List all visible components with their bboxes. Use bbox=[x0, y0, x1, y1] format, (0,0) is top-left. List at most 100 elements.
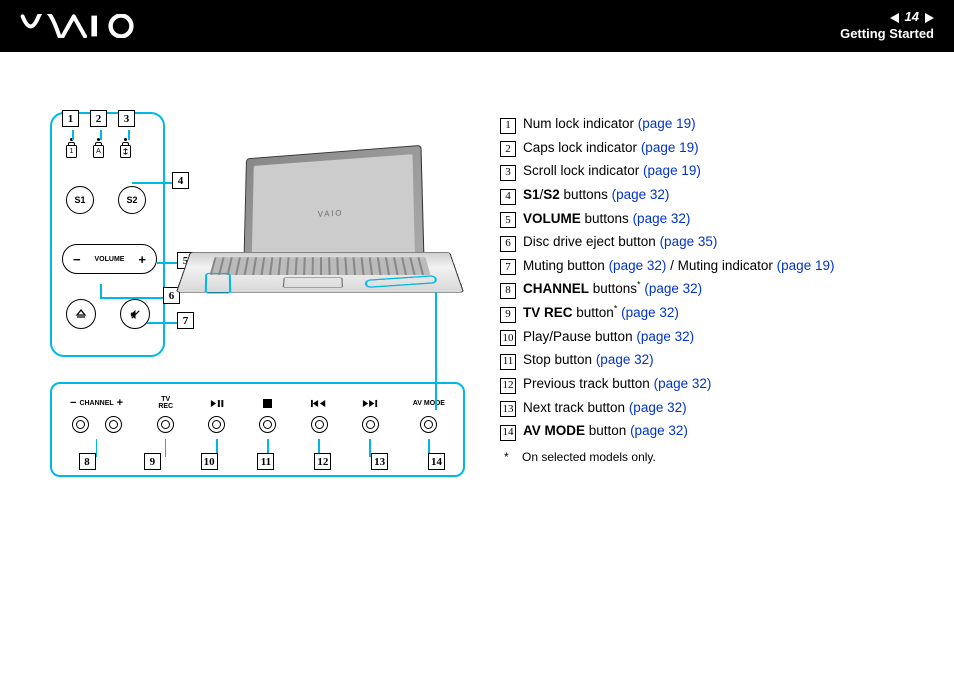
legend-number: 8 bbox=[500, 283, 516, 299]
legend-item: 6Disc drive eject button (page 35) bbox=[500, 230, 834, 254]
legend-item: 7 Muting button (page 32) / Muting indica… bbox=[500, 254, 834, 278]
vaio-logo bbox=[20, 14, 150, 38]
volume-buttons[interactable]: − VOLUME + bbox=[62, 244, 157, 274]
page-link[interactable]: (page 32) bbox=[612, 187, 670, 202]
eject-button[interactable] bbox=[66, 299, 96, 329]
legend-text: Muting button (page 32) / Muting indicat… bbox=[523, 254, 834, 278]
legend-text: Play/Pause button (page 32) bbox=[523, 325, 694, 349]
callout-14: 14 bbox=[428, 453, 445, 470]
page-link[interactable]: (page 19) bbox=[638, 116, 696, 131]
legend-item: 1 Num lock indicator (page 19) bbox=[500, 112, 834, 136]
channel-buttons[interactable]: −CHANNEL+ bbox=[70, 396, 123, 457]
page-link[interactable]: (page 19) bbox=[641, 140, 699, 155]
legend-item: 13 Next track button (page 32) bbox=[500, 396, 834, 420]
legend-number: 4 bbox=[500, 189, 516, 205]
mute-button[interactable] bbox=[120, 299, 150, 329]
legend-text: Disc drive eject button (page 35) bbox=[523, 230, 717, 254]
legend-list: 1 Num lock indicator (page 19) 2 Caps lock … bbox=[500, 112, 834, 492]
legend-number: 5 bbox=[500, 212, 516, 228]
prev-track-icon bbox=[311, 396, 327, 410]
legend-text: TV REC button* (page 32) bbox=[523, 301, 679, 325]
legend-number: 9 bbox=[500, 307, 516, 323]
play-pause-icon bbox=[210, 396, 224, 410]
legend-text: Previous track button (page 32) bbox=[523, 372, 711, 396]
prev-track-button[interactable] bbox=[311, 396, 328, 457]
legend-number: 14 bbox=[500, 425, 516, 441]
page-link[interactable]: (page 19) bbox=[777, 258, 835, 273]
callout-4: 4 bbox=[172, 172, 189, 189]
mute-icon bbox=[129, 308, 142, 321]
side-control-panel: 1 A S1 S2 bbox=[50, 112, 165, 357]
legend-text: Next track button (page 32) bbox=[523, 396, 687, 420]
page-link[interactable]: (page 32) bbox=[644, 281, 702, 296]
legend-text: AV MODE button (page 32) bbox=[523, 419, 688, 443]
legend-text: VOLUME buttons (page 32) bbox=[523, 207, 690, 231]
legend-number: 12 bbox=[500, 378, 516, 394]
callout-11: 11 bbox=[257, 453, 274, 470]
tv-rec-button[interactable]: TVREC bbox=[157, 396, 174, 457]
minus-icon: − bbox=[73, 252, 81, 267]
next-track-icon bbox=[362, 396, 378, 410]
page-link[interactable]: (page 32) bbox=[633, 211, 691, 226]
s1-button[interactable]: S1 bbox=[66, 186, 94, 214]
legend-number: 2 bbox=[500, 141, 516, 157]
legend-number: 13 bbox=[500, 401, 516, 417]
callout-9: 9 bbox=[144, 453, 161, 470]
section-title: Getting Started bbox=[840, 26, 934, 43]
plus-icon: + bbox=[138, 252, 146, 267]
s2-button[interactable]: S2 bbox=[118, 186, 146, 214]
callout-1: 1 bbox=[62, 110, 79, 127]
page-link[interactable]: (page 32) bbox=[621, 305, 679, 320]
legend-number: 1 bbox=[500, 118, 516, 134]
lock-icon bbox=[120, 145, 131, 158]
legend-text: S1/S2 buttons (page 32) bbox=[523, 183, 669, 207]
legend-number: 3 bbox=[500, 165, 516, 181]
legend-number: 10 bbox=[500, 330, 516, 346]
page-link[interactable]: (page 19) bbox=[643, 163, 701, 178]
page-link[interactable]: (page 35) bbox=[660, 234, 718, 249]
page-link[interactable]: (page 32) bbox=[630, 423, 688, 438]
legend-number: 7 bbox=[500, 259, 516, 275]
lock-icon: 1 bbox=[66, 145, 77, 158]
callout-2: 2 bbox=[90, 110, 107, 127]
legend-text: Caps lock indicator (page 19) bbox=[523, 136, 699, 160]
next-page-icon[interactable] bbox=[925, 13, 934, 23]
media-control-panel: −CHANNEL+ TVREC bbox=[50, 382, 465, 477]
legend-number: 11 bbox=[500, 354, 516, 370]
legend-item: 4 S1/S2 buttons (page 32) bbox=[500, 183, 834, 207]
legend-text: Stop button (page 32) bbox=[523, 348, 654, 372]
legend-text: Num lock indicator (page 19) bbox=[523, 112, 696, 136]
stop-icon bbox=[263, 396, 272, 410]
callout-10: 10 bbox=[201, 453, 218, 470]
legend-item: 12 Previous track button (page 32) bbox=[500, 372, 834, 396]
footnote: *On selected models only. bbox=[500, 447, 834, 468]
callout-3: 3 bbox=[118, 110, 135, 127]
page-link[interactable]: (page 32) bbox=[636, 329, 694, 344]
next-track-button[interactable] bbox=[362, 396, 379, 457]
page-link[interactable]: (page 32) bbox=[654, 376, 712, 391]
av-mode-button[interactable]: AV MODE bbox=[413, 396, 445, 457]
lock-icon: A bbox=[93, 145, 104, 158]
legend-item: 11 Stop button (page 32) bbox=[500, 348, 834, 372]
caps-lock-indicator: A bbox=[93, 138, 104, 158]
callout-13: 13 bbox=[371, 453, 388, 470]
play-pause-button[interactable] bbox=[208, 396, 225, 457]
page-link[interactable]: (page 32) bbox=[596, 352, 654, 367]
legend-item: 9 TV REC button* (page 32) bbox=[500, 301, 834, 325]
scroll-lock-indicator bbox=[120, 138, 131, 158]
prev-page-icon[interactable] bbox=[890, 13, 899, 23]
diagram-area: 1 A S1 S2 bbox=[50, 112, 470, 492]
legend-item: 5 VOLUME buttons (page 32) bbox=[500, 207, 834, 231]
legend-item: 10 Play/Pause button (page 32) bbox=[500, 325, 834, 349]
page-number: 14 bbox=[905, 9, 919, 26]
legend-item: 8CHANNEL buttons* (page 32) bbox=[500, 277, 834, 301]
page-link[interactable]: (page 32) bbox=[609, 258, 667, 273]
page-navigation: 14 bbox=[840, 9, 934, 26]
stop-button[interactable] bbox=[259, 396, 276, 457]
legend-item: 14 AV MODE button (page 32) bbox=[500, 419, 834, 443]
eject-icon bbox=[75, 308, 87, 320]
page-link[interactable]: (page 32) bbox=[629, 400, 687, 415]
callout-8: 8 bbox=[79, 453, 96, 470]
legend-text: Scroll lock indicator (page 19) bbox=[523, 159, 701, 183]
legend-item: 3 Scroll lock indicator (page 19) bbox=[500, 159, 834, 183]
